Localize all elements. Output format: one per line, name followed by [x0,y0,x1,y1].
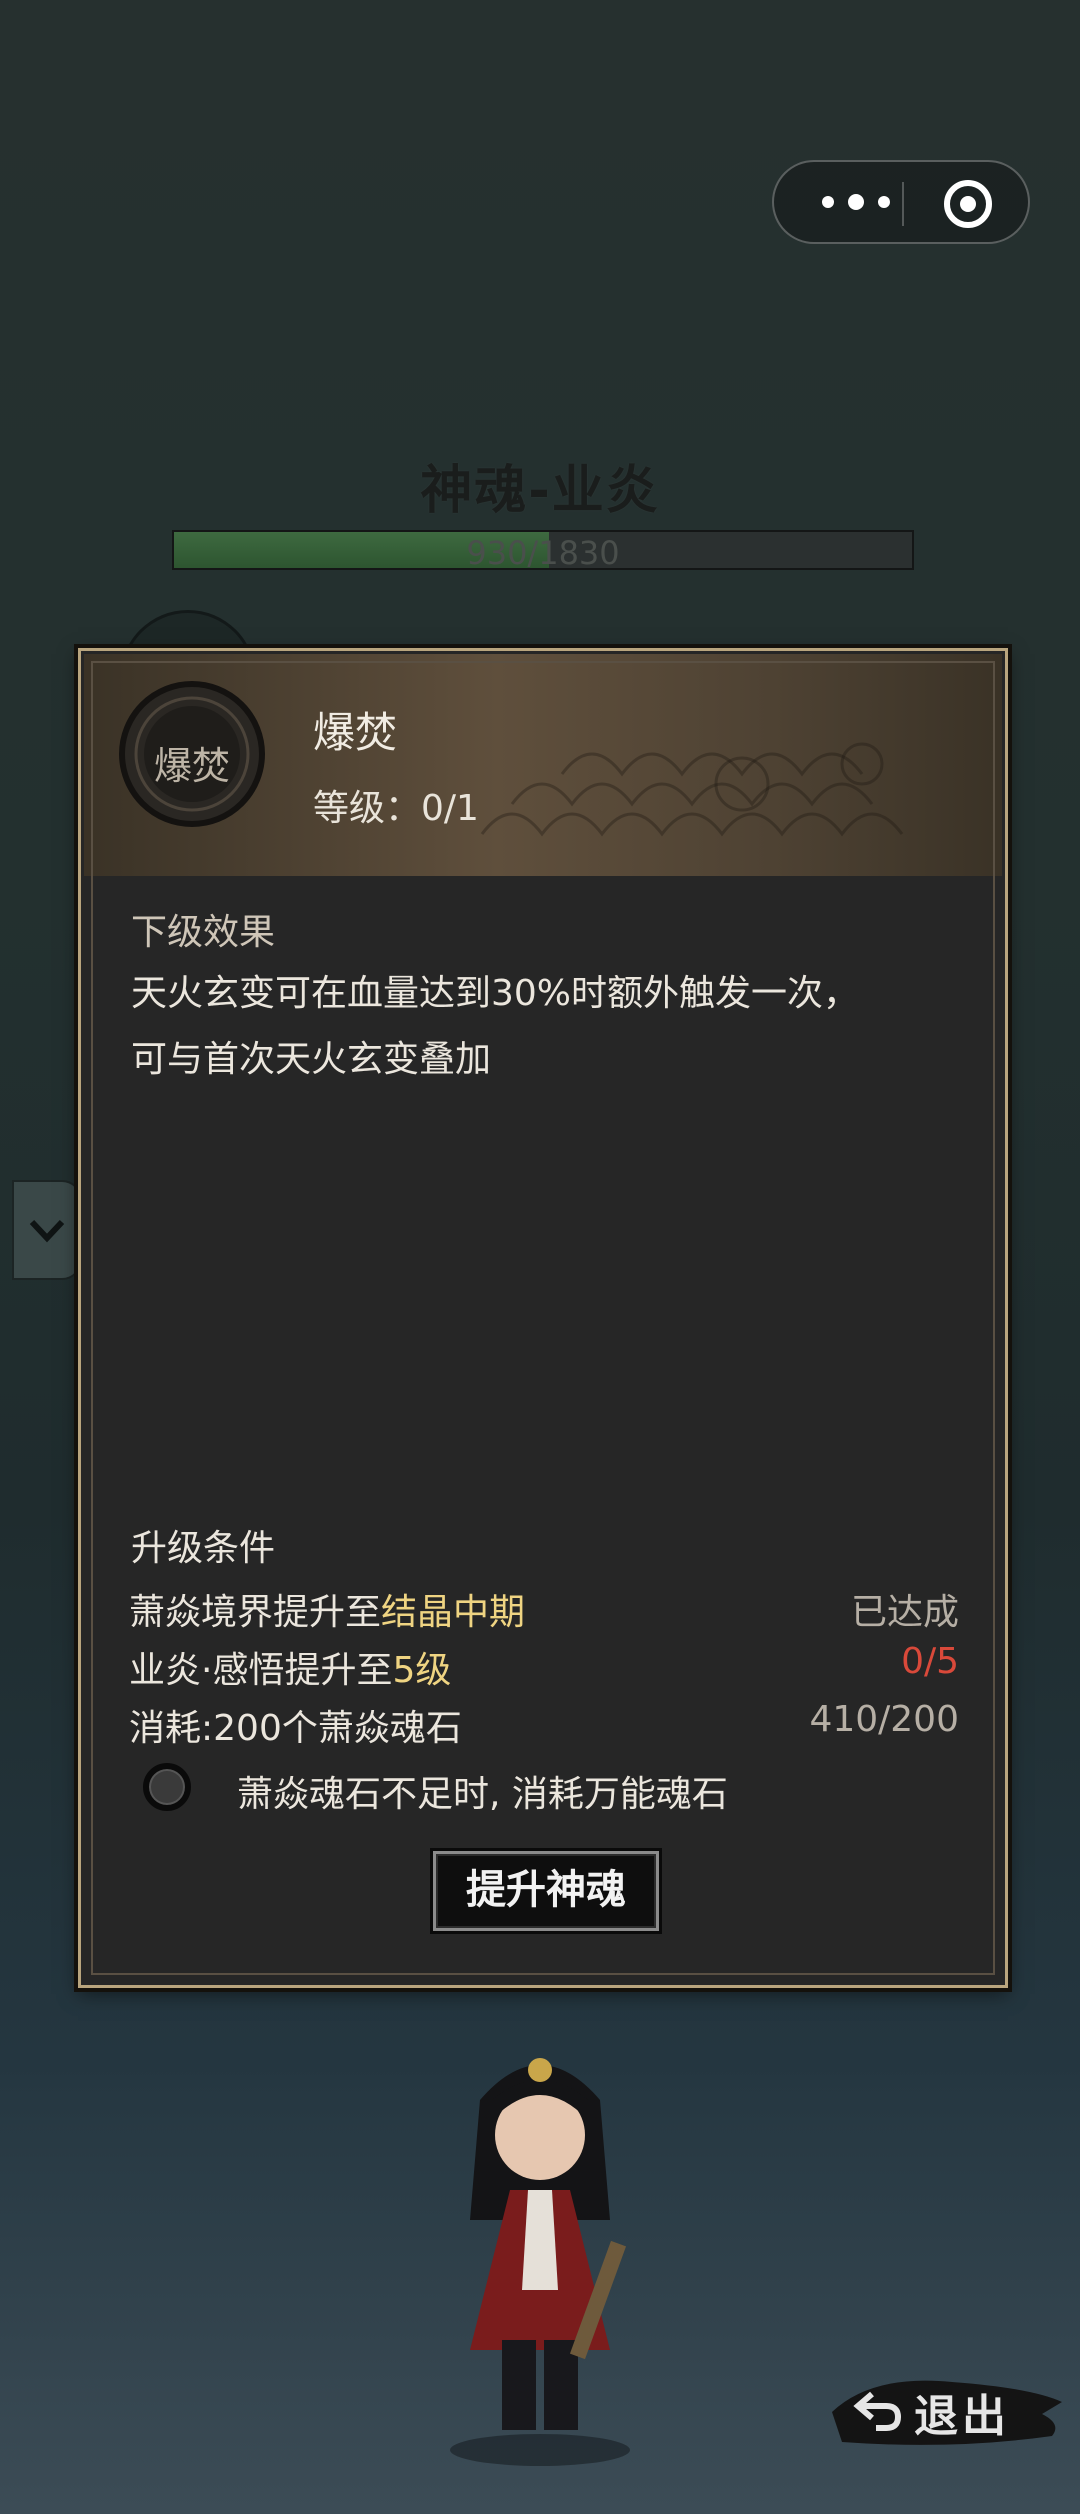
condition-row-insight: 业炎·感悟提升至5级 0/5 [129,1641,959,1691]
exit-button[interactable]: 退出 [822,2362,1068,2456]
conditions-heading: 升级条件 [131,1528,276,1569]
condition-row-realm: 萧焱境界提升至结晶中期 已达成 [129,1583,959,1633]
condition-status: 410/200 [809,1699,959,1740]
universal-stone-toggle-row[interactable]: 萧焱魂石不足时, 消耗万能魂石 [143,1759,943,1819]
condition-label: 萧焱境界提升至结晶中期 [129,1592,526,1633]
cloud-wave-pattern-icon [480,742,904,837]
effect-heading: 下级效果 [131,912,276,953]
exit-label: 退出 [914,2391,1010,2442]
page-title: 神魂-业炎 [420,461,660,521]
toggle-label: 萧焱魂石不足时, 消耗万能魂石 [237,1774,728,1815]
chevron-down-icon [29,1219,65,1243]
skill-detail-panel: 爆焚 爆焚 等级：0/1 下级效果 天火玄变可在血量达到30%时额外触发一次， … [78,648,1008,1988]
condition-status: 已达成 [850,1592,959,1633]
condition-label: 消耗:200个萧焱魂石 [129,1708,462,1749]
skill-level: 等级：0/1 [313,788,479,829]
target-close-icon[interactable] [942,178,994,230]
condition-status: 0/5 [901,1641,959,1682]
more-dots-icon[interactable] [814,182,898,222]
upgrade-soul-button[interactable]: 提升神魂 [433,1851,659,1931]
progress-text: 930/1830 [466,534,620,572]
effect-line: 天火玄变可在血量达到30%时额外触发一次， [131,973,860,1014]
effect-description: 天火玄变可在血量达到30%时额外触发一次， 可与首次天火玄变叠加 [131,961,971,1093]
mini-program-capsule [772,160,1030,244]
effect-line: 可与首次天火玄变叠加 [131,1039,492,1080]
toggle-radio[interactable] [143,1763,191,1811]
capsule-divider [902,182,904,226]
condition-row-cost: 消耗:200个萧焱魂石 410/200 [129,1699,959,1749]
character-sprite [450,2058,630,2466]
soul-progress-bar: 930/1830 [172,530,914,572]
skill-emblem-label: 爆焚 [153,744,230,788]
condition-label: 业炎·感悟提升至5级 [129,1650,452,1691]
side-expand-tab[interactable] [12,1180,82,1280]
back-arrow-icon [853,2391,902,2431]
skill-name: 爆焚 [313,708,398,757]
